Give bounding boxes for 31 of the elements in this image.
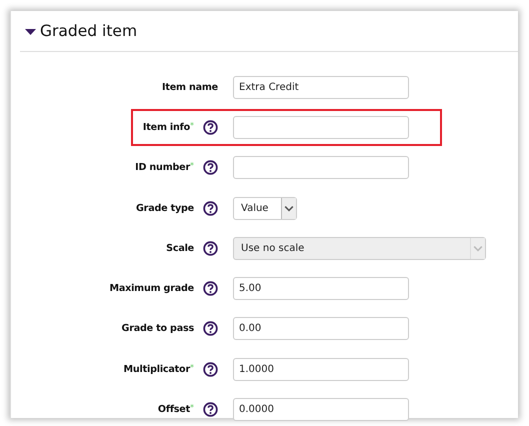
- field-label: Scale: [166, 242, 194, 254]
- field-label: Grade to pass: [122, 323, 194, 334]
- dropdown[interactable]: Value: [233, 196, 297, 220]
- advanced-marker: *: [190, 161, 194, 170]
- text-field[interactable]: 0.00: [233, 317, 409, 340]
- help-icon[interactable]: [203, 281, 218, 296]
- field-label: Multiplicator: [124, 364, 190, 375]
- chevron-down-icon[interactable]: [281, 198, 296, 219]
- text-field[interactable]: [233, 156, 409, 180]
- field-label: ID number: [135, 162, 190, 174]
- field-label: Maximum grade: [109, 283, 194, 294]
- advanced-marker: *: [190, 120, 194, 130]
- field-label: Offset: [158, 404, 190, 416]
- text-field[interactable]: 1.0000: [233, 358, 409, 381]
- text-field[interactable]: 5.00: [233, 277, 409, 300]
- text-field[interactable]: 0.0000: [233, 398, 409, 422]
- help-icon[interactable]: [203, 120, 218, 135]
- collapse-caret-icon[interactable]: [25, 28, 36, 36]
- field-label: Grade type: [136, 202, 194, 214]
- advanced-marker: *: [190, 403, 194, 412]
- field-label: Item info: [142, 122, 190, 133]
- section-title[interactable]: Graded item: [40, 22, 138, 40]
- help-icon[interactable]: [203, 321, 218, 336]
- text-field[interactable]: Extra Credit: [233, 76, 409, 99]
- help-icon[interactable]: [203, 362, 218, 377]
- text-field[interactable]: [233, 116, 409, 139]
- help-icon[interactable]: [203, 160, 218, 176]
- field-label: Item name: [162, 82, 218, 93]
- help-icon[interactable]: [203, 200, 218, 216]
- help-icon[interactable]: [203, 402, 218, 418]
- advanced-marker: *: [190, 362, 194, 372]
